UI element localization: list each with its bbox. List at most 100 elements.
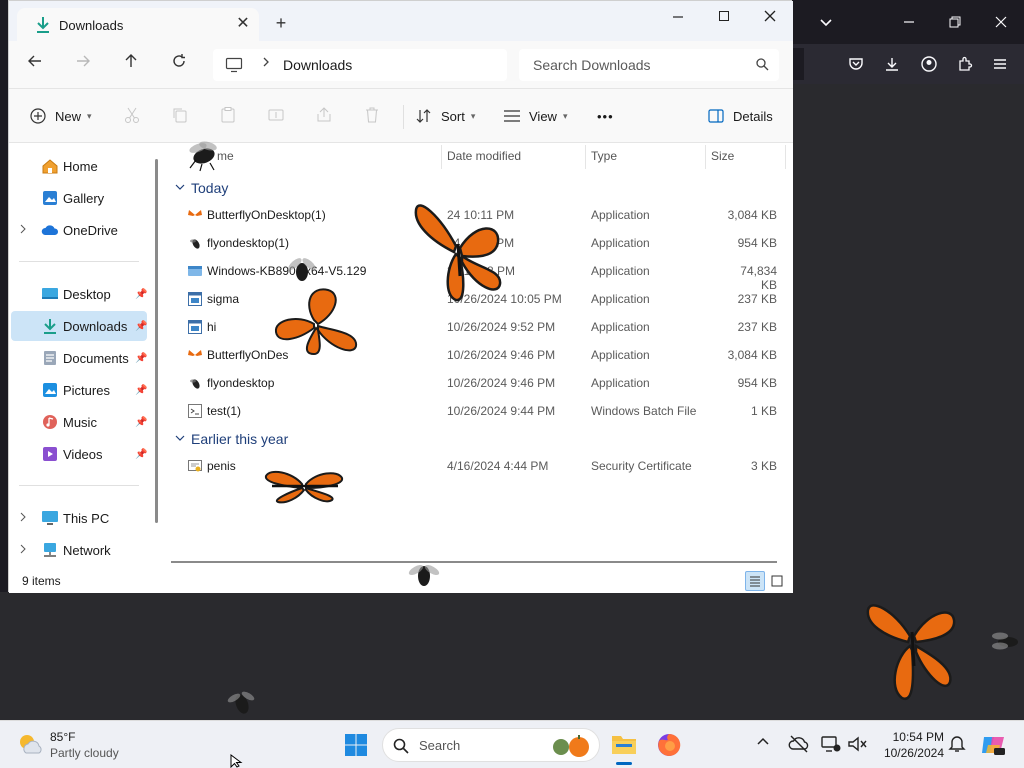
group-header-earlier-this-year[interactable]: Earlier this year	[175, 427, 288, 451]
account-icon[interactable]	[917, 52, 941, 76]
list-tabs-icon[interactable]	[814, 10, 838, 34]
column-divider[interactable]	[705, 145, 706, 169]
weather-temperature[interactable]: 85°F	[50, 730, 75, 744]
sort-button[interactable]: Sort ▾	[415, 104, 475, 128]
pin-icon[interactable]: 📌	[135, 289, 147, 300]
sidebar-item-music[interactable]: Music 📌	[11, 407, 147, 437]
tab-close-icon[interactable]: ✕	[233, 14, 253, 34]
restore-icon[interactable]	[943, 10, 967, 34]
rename-icon[interactable]	[267, 106, 287, 126]
file-name: Windows-KB890	[207, 264, 296, 278]
column-divider[interactable]	[585, 145, 586, 169]
copilot-icon[interactable]	[980, 733, 1005, 755]
horizontal-scrollbar[interactable]	[171, 561, 777, 563]
weather-icon[interactable]	[16, 731, 44, 760]
bell-icon[interactable]	[948, 733, 970, 755]
close-button[interactable]	[747, 5, 793, 29]
display-network-icon[interactable]	[820, 733, 842, 755]
minimize-icon[interactable]	[897, 10, 921, 34]
chevron-right-icon[interactable]	[19, 544, 27, 557]
new-tab-button[interactable]: +	[271, 13, 291, 33]
address-bar[interactable]: Downloads	[213, 49, 507, 81]
firefox-url-field[interactable]	[792, 48, 804, 80]
sidebar-item-label: Network	[63, 542, 111, 558]
column-header-date[interactable]: Date modified	[447, 149, 521, 169]
chevron-right-icon[interactable]	[261, 55, 271, 72]
sidebar-item-desktop[interactable]: Desktop 📌	[11, 279, 147, 309]
sidebar-item-downloads[interactable]: Downloads 📌	[11, 311, 147, 341]
app-window-icon	[187, 291, 203, 307]
share-icon[interactable]	[315, 106, 335, 126]
pin-icon[interactable]: 📌	[135, 321, 147, 332]
sidebar-item-videos[interactable]: Videos 📌	[11, 439, 147, 469]
paste-icon[interactable]	[219, 106, 239, 126]
column-divider[interactable]	[785, 145, 786, 169]
up-arrow-icon[interactable]	[119, 53, 143, 77]
chevron-up-icon[interactable]	[756, 735, 778, 757]
minimize-button[interactable]	[655, 5, 701, 29]
sidebar-item-pictures[interactable]: Pictures 📌	[11, 375, 147, 405]
fly-icon	[227, 691, 255, 714]
videos-icon	[41, 446, 59, 462]
delete-icon[interactable]	[363, 106, 383, 126]
sidebar-item-documents[interactable]: Documents 📌	[11, 343, 147, 373]
firefox-icon[interactable]	[656, 732, 682, 761]
table-row[interactable]: hi 10/26/2024 9:52 PM Application 237 KB	[167, 313, 793, 341]
close-icon[interactable]	[989, 10, 1013, 34]
pin-icon[interactable]: 📌	[135, 449, 147, 460]
new-button[interactable]: New ▾	[29, 104, 92, 128]
pocket-icon[interactable]	[844, 52, 868, 76]
pin-icon[interactable]: 📌	[135, 385, 147, 396]
cloud-offline-icon[interactable]	[788, 733, 810, 755]
pin-icon[interactable]: 📌	[135, 417, 147, 428]
scrollbar[interactable]	[155, 159, 158, 523]
tiles-view-icon[interactable]	[767, 571, 787, 591]
maximize-button[interactable]	[701, 5, 747, 29]
chevron-right-icon[interactable]	[19, 512, 27, 525]
sidebar-item-home[interactable]: Home	[11, 151, 147, 181]
active-app-indicator	[616, 762, 632, 765]
weather-description[interactable]: Partly cloudy	[50, 746, 119, 760]
file-explorer-folder-icon[interactable]	[610, 731, 638, 760]
butterfly-icon	[187, 207, 203, 223]
details-button[interactable]: Details	[707, 104, 773, 128]
search-icon[interactable]	[755, 57, 769, 74]
pin-icon[interactable]: 📌	[135, 353, 147, 364]
extensions-icon[interactable]	[953, 52, 977, 76]
file-size: 237 KB	[737, 320, 777, 334]
details-view-icon[interactable]	[745, 571, 765, 591]
refresh-icon[interactable]	[167, 53, 191, 77]
windows-start-icon[interactable]	[344, 733, 368, 760]
cut-icon[interactable]	[123, 106, 143, 126]
taskbar-search[interactable]: Search	[382, 728, 600, 762]
sidebar-item-this-pc[interactable]: This PC	[11, 503, 147, 533]
search-box[interactable]: Search Downloads	[519, 49, 779, 81]
table-row[interactable]: ButterflyOnDes 10/26/2024 9:46 PM Applic…	[167, 341, 793, 369]
clock-date[interactable]: 10/26/2024	[874, 746, 944, 760]
tab-downloads[interactable]: Downloads ✕	[17, 8, 259, 41]
sidebar-item-gallery[interactable]: Gallery	[11, 183, 147, 213]
column-divider[interactable]	[441, 145, 442, 169]
menu-icon[interactable]	[988, 52, 1012, 76]
copy-icon[interactable]	[171, 106, 191, 126]
downloads-icon[interactable]	[880, 52, 904, 76]
column-header-size[interactable]: Size	[711, 149, 734, 169]
table-row[interactable]: flyondesktop 10/26/2024 9:46 PM Applicat…	[167, 369, 793, 397]
table-row[interactable]: penis 4/16/2024 4:44 PM Security Certifi…	[167, 452, 793, 480]
forward-arrow-icon[interactable]	[71, 53, 95, 77]
more-options-button[interactable]: •••	[597, 104, 614, 128]
chevron-right-icon[interactable]	[19, 224, 27, 237]
speaker-muted-icon[interactable]	[846, 733, 868, 755]
back-arrow-icon[interactable]	[23, 53, 47, 77]
clock-time[interactable]: 10:54 PM	[874, 730, 944, 744]
sidebar-item-onedrive[interactable]: OneDrive	[11, 215, 147, 245]
sidebar-item-network[interactable]: Network	[11, 535, 147, 565]
breadcrumb[interactable]: Downloads	[283, 57, 352, 73]
table-row[interactable]: test(1) 10/26/2024 9:44 PM Windows Batch…	[167, 397, 793, 425]
column-header-type[interactable]: Type	[591, 149, 617, 169]
file-name: hi	[207, 320, 217, 334]
search-placeholder[interactable]: Search Downloads	[533, 57, 651, 73]
view-button[interactable]: View ▾	[503, 104, 567, 128]
sidebar-item-label: This PC	[63, 510, 110, 526]
group-header-today[interactable]: Today	[175, 176, 228, 200]
